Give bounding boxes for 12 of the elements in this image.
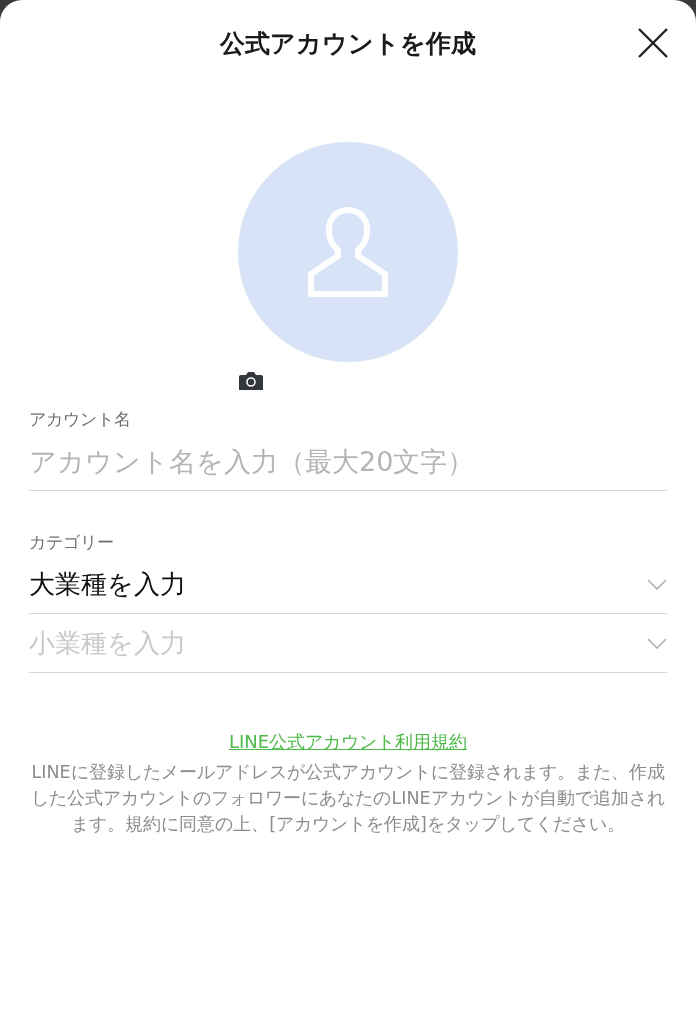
category-dropdown[interactable]: 大業種を入力: [29, 555, 667, 613]
field-label: アカウント名: [29, 408, 132, 431]
camera-icon[interactable]: [239, 370, 263, 392]
field-label: カテゴリー: [29, 531, 115, 554]
close-button[interactable]: [636, 26, 670, 60]
account-name-field[interactable]: アカウント名を入力（最大20文字）: [29, 432, 667, 490]
sheet-title: 公式アカウントを作成: [220, 27, 476, 60]
chevron-down-icon: [647, 578, 667, 590]
chevron-down-icon: [647, 637, 667, 649]
terms-link[interactable]: LINE公式アカウント利用規約: [228, 729, 468, 755]
person-icon: [306, 206, 390, 298]
notice-text: LINEに登録したメールアドレスが公式アカウントに登録されます。また、作成した公式アカウントのフォロワーにあなたのLINEアカウントが自動で追加されます。規約に同意の上、[アカウントを作成]をタップしてください。: [30, 761, 666, 836]
